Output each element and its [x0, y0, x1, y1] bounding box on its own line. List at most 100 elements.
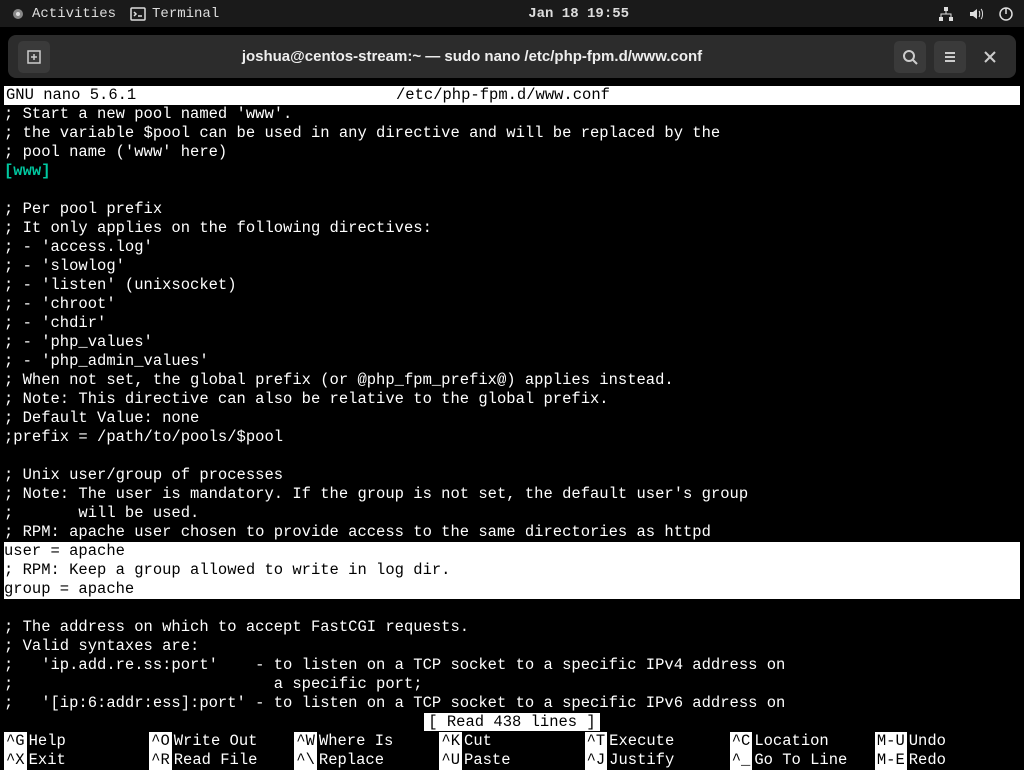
- shortcut-label: Read File: [174, 751, 258, 770]
- pool-section-header: [www]: [4, 162, 1020, 181]
- editor-line: ; will be used.: [4, 504, 1020, 523]
- shortcut-key: M-E: [875, 751, 907, 770]
- shortcut-key: ^J: [585, 751, 608, 770]
- editor-line: ; 'ip.add.re.ss:port' - to listen on a T…: [4, 656, 1020, 675]
- volume-status[interactable]: [968, 6, 984, 22]
- shortcut-key: ^C: [730, 732, 753, 751]
- editor-line: ;prefix = /path/to/pools/$pool: [4, 428, 1020, 447]
- editor-content-b: ; Per pool prefix; It only applies on th…: [4, 181, 1020, 542]
- close-button[interactable]: [974, 41, 1006, 73]
- shortcut-item: ^_ Go To Line: [730, 751, 875, 770]
- terminal-app-button[interactable]: Terminal: [130, 6, 219, 22]
- editor-content-c: ; The address on which to accept FastCGI…: [4, 599, 1020, 713]
- editor-line: ; Valid syntaxes are:: [4, 637, 1020, 656]
- close-icon: [983, 50, 997, 64]
- shortcut-label: Where Is: [319, 732, 393, 751]
- shortcut-label: Exit: [29, 751, 66, 770]
- search-icon: [902, 49, 918, 65]
- nano-app-version: GNU nano 5.6.1: [6, 86, 396, 105]
- shortcut-item: M-U Undo: [875, 732, 1020, 751]
- clock[interactable]: Jan 18 19:55: [528, 6, 629, 22]
- shortcut-item: ^W Where Is: [294, 732, 439, 751]
- shortcut-label: Cut: [464, 732, 492, 751]
- editor-line: ; '[ip:6:addr:ess]:port' - to listen on …: [4, 694, 1020, 713]
- shortcut-item: ^U Paste: [439, 751, 584, 770]
- gnome-topbar: Activities Terminal Jan 18 19:55: [0, 0, 1024, 27]
- editor-line: user = apache: [4, 542, 1020, 561]
- menu-button[interactable]: [934, 41, 966, 73]
- editor-line: ; RPM: Keep a group allowed to write in …: [4, 561, 1020, 580]
- nano-editor[interactable]: GNU nano 5.6.1 /etc/php-fpm.d/www.conf ;…: [0, 86, 1024, 770]
- editor-line: ; Unix user/group of processes: [4, 466, 1020, 485]
- editor-line: ; - 'chdir': [4, 314, 1020, 333]
- shortcut-item: ^J Justify: [585, 751, 730, 770]
- editor-line: ; It only applies on the following direc…: [4, 219, 1020, 238]
- editor-line: ; RPM: apache user chosen to provide acc…: [4, 523, 1020, 542]
- editor-line: ; Note: This directive can also be relat…: [4, 390, 1020, 409]
- shortcut-item: ^R Read File: [149, 751, 294, 770]
- nano-filename: /etc/php-fpm.d/www.conf: [396, 86, 1018, 105]
- nano-titlebar: GNU nano 5.6.1 /etc/php-fpm.d/www.conf: [4, 86, 1020, 105]
- nano-status: [ Read 438 lines ]: [4, 713, 1020, 732]
- editor-line: [4, 447, 1020, 466]
- editor-line: [4, 599, 1020, 618]
- shortcut-key: ^X: [4, 751, 27, 770]
- shortcut-key: ^K: [439, 732, 462, 751]
- hamburger-icon: [942, 49, 958, 65]
- shortcut-key: ^\: [294, 751, 317, 770]
- nano-shortcuts: ^G Help^O Write Out^W Where Is^K Cut^T E…: [4, 732, 1020, 770]
- activities-button[interactable]: Activities: [10, 6, 116, 22]
- editor-content-a: ; Start a new pool named 'www'.; the var…: [4, 105, 1020, 162]
- shortcut-key: ^U: [439, 751, 462, 770]
- new-tab-button[interactable]: [18, 41, 50, 73]
- new-tab-icon: [26, 49, 42, 65]
- shortcut-item: ^C Location: [730, 732, 875, 751]
- search-button[interactable]: [894, 41, 926, 73]
- shortcut-key: M-U: [875, 732, 907, 751]
- volume-icon: [968, 6, 984, 22]
- shortcut-label: Write Out: [174, 732, 258, 751]
- editor-line: ; pool name ('www' here): [4, 143, 1020, 162]
- editor-line: ; Start a new pool named 'www'.: [4, 105, 1020, 124]
- shortcut-label: Replace: [319, 751, 384, 770]
- shortcut-item: ^T Execute: [585, 732, 730, 751]
- shortcut-key: ^G: [4, 732, 27, 751]
- shortcut-label: Undo: [909, 732, 946, 751]
- shortcut-key: ^T: [585, 732, 608, 751]
- shortcut-item: ^O Write Out: [149, 732, 294, 751]
- shortcut-label: Redo: [909, 751, 946, 770]
- terminal-icon: [130, 6, 146, 22]
- editor-line: ; - 'chroot': [4, 295, 1020, 314]
- shortcut-key: ^R: [149, 751, 172, 770]
- editor-line: ; Note: The user is mandatory. If the gr…: [4, 485, 1020, 504]
- editor-line: ; - 'php_admin_values': [4, 352, 1020, 371]
- editor-line: group = apache: [4, 580, 1020, 599]
- shortcut-key: ^O: [149, 732, 172, 751]
- window-title: joshua@centos-stream:~ — sudo nano /etc/…: [58, 48, 886, 65]
- activities-icon: [10, 6, 26, 22]
- terminal-headerbar: joshua@centos-stream:~ — sudo nano /etc/…: [8, 35, 1016, 78]
- power-icon: [998, 6, 1014, 22]
- shortcut-key: ^W: [294, 732, 317, 751]
- editor-line: [4, 181, 1020, 200]
- editor-line: ; - 'listen' (unixsocket): [4, 276, 1020, 295]
- shortcut-item: M-E Redo: [875, 751, 1020, 770]
- shortcut-key: ^_: [730, 751, 753, 770]
- terminal-app-label: Terminal: [152, 6, 219, 22]
- highlighted-selection: user = apache; RPM: Keep a group allowed…: [4, 542, 1020, 599]
- editor-line: ; Per pool prefix: [4, 200, 1020, 219]
- editor-line: ; - 'slowlog': [4, 257, 1020, 276]
- shortcut-item: ^\ Replace: [294, 751, 439, 770]
- shortcut-label: Justify: [609, 751, 674, 770]
- shortcut-label: Go To Line: [754, 751, 847, 770]
- editor-line: ; - 'php_values': [4, 333, 1020, 352]
- shortcut-item: ^G Help: [4, 732, 149, 751]
- editor-line: ; a specific port;: [4, 675, 1020, 694]
- shortcut-label: Paste: [464, 751, 511, 770]
- editor-line: ; When not set, the global prefix (or @p…: [4, 371, 1020, 390]
- shortcut-label: Location: [754, 732, 828, 751]
- network-status[interactable]: [938, 6, 954, 22]
- editor-line: ; The address on which to accept FastCGI…: [4, 618, 1020, 637]
- power-status[interactable]: [998, 6, 1014, 22]
- editor-line: ; the variable $pool can be used in any …: [4, 124, 1020, 143]
